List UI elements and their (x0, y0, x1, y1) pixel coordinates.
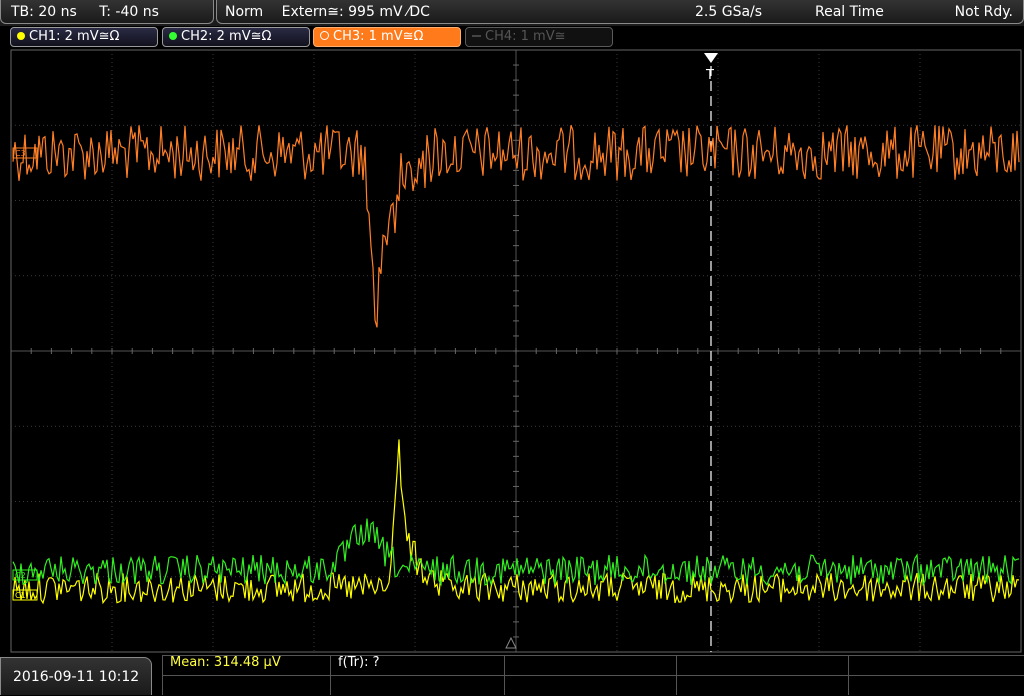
channel-bar: CH1: 2 mV≅Ω CH2: 2 mV≅Ω CH3: 1 mV≅Ω CH4:… (0, 26, 1024, 48)
channel-2-label: CH2: 2 mV≅Ω (181, 29, 272, 44)
date-time-box: 2016-09-11 10:12 (0, 657, 152, 695)
channel-2-marker-label: C2 (15, 571, 26, 580)
channel-1-dot-icon (17, 31, 25, 40)
trigger-time-label: T: -40 ns (99, 4, 159, 20)
channel-3-label: CH3: 1 mV≅Ω (333, 29, 424, 44)
trigger-frequency-measurement[interactable]: f(Tr): ? (338, 655, 380, 670)
trigger-acq-box[interactable]: Norm Extern≅: 995 mV ⁄DC 2.5 GSa/s Real … (216, 0, 1024, 24)
channel-4-button[interactable]: CH4: 1 mV≅ (465, 27, 613, 47)
trigger-mode-label: Norm (225, 4, 264, 20)
channel-1-button[interactable]: CH1: 2 mV≅Ω (10, 27, 158, 47)
sample-rate-label: 2.5 GSa/s (695, 4, 763, 20)
trigger-source-label: Extern≅: 995 mV ⁄DC (281, 4, 430, 20)
channel-4-off-icon (472, 34, 481, 37)
channel-2-dot-icon (169, 31, 177, 40)
waveform-svg[interactable]: T C3 C2 C1 (0, 48, 1024, 655)
timebase-label: TB: 20 ns (11, 4, 77, 20)
waveform-display[interactable]: T C3 C2 C1 (0, 48, 1024, 655)
channel-4-label: CH4: 1 mV≅ (485, 29, 566, 44)
run-status-label: Not Rdy. (954, 4, 1013, 20)
channel-1-label: CH1: 2 mV≅Ω (29, 29, 120, 44)
mean-measurement[interactable]: Mean: 314.48 µV (170, 655, 281, 670)
measurement-panel[interactable]: Mean: 314.48 µV f(Tr): ? (162, 655, 1024, 695)
channel-1-marker-label: C1 (15, 591, 26, 600)
channel-3-button[interactable]: CH3: 1 mV≅Ω (313, 27, 461, 47)
channel-3-dot-icon (320, 31, 329, 40)
top-status-bar: TB: 20 ns T: -40 ns Norm Extern≅: 995 mV… (0, 0, 1024, 26)
timebase-box[interactable]: TB: 20 ns T: -40 ns (0, 0, 214, 24)
trigger-label: T (705, 68, 714, 83)
date-time-label: 2016-09-11 10:12 (13, 669, 140, 685)
channel-3-marker-label: C3 (15, 149, 26, 158)
channel-2-button[interactable]: CH2: 2 mV≅Ω (162, 27, 310, 47)
acquisition-mode-label: Real Time (815, 4, 884, 20)
bottom-bar: 2016-09-11 10:12 Mean: 314.48 µV f(Tr): … (0, 655, 1024, 695)
